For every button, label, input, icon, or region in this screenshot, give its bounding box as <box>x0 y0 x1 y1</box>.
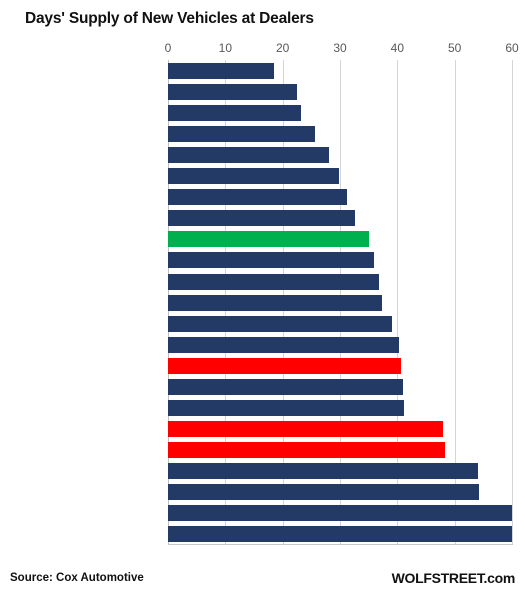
bar <box>168 168 339 185</box>
bar-row: Full-size SUV <box>168 418 512 440</box>
bar-row: Uber Luxury <box>168 523 512 545</box>
bar-row: US Average <box>168 228 512 250</box>
x-tick-label-20: 20 <box>275 41 290 55</box>
bar-row: Entry-level Luxury Car <box>168 397 512 419</box>
bar <box>168 105 301 122</box>
bar-row: Subcompact SUV <box>168 271 512 293</box>
x-tick-label-30: 30 <box>333 41 347 55</box>
bar-row: Luxury Subcompact SUV <box>168 460 512 482</box>
bar <box>168 462 478 479</box>
bar-row: Hybrid <box>168 81 512 103</box>
bar <box>168 484 480 500</box>
bar <box>168 147 329 164</box>
chart-title: Days' Supply of New Vehicles at Dealers <box>25 10 314 27</box>
bar-row: Minivan <box>168 123 512 145</box>
x-tick-label-60: 60 <box>505 41 519 55</box>
bar <box>168 252 375 269</box>
bar <box>168 399 405 416</box>
source-note: Source: Cox Automotive <box>10 572 144 584</box>
bar <box>168 505 512 522</box>
bar <box>168 357 401 374</box>
bar <box>168 273 379 290</box>
bar <box>168 126 315 143</box>
bar-row: Electric Vehicle <box>168 502 512 524</box>
bar-row: Van <box>168 313 512 335</box>
bar <box>168 63 275 79</box>
bar <box>168 378 404 395</box>
bar <box>168 210 355 227</box>
bar <box>168 315 392 332</box>
bar <box>168 420 444 437</box>
bar-row: Mid-size Pickup Truck <box>168 355 512 377</box>
x-tick-label-40: 40 <box>390 41 405 55</box>
bar-row: Compact Car <box>168 60 512 82</box>
bar-row: Luxury Mid-size SUV <box>168 249 512 271</box>
bar <box>168 526 512 543</box>
bar-row: Full-size Pickup Truck <box>168 439 512 461</box>
bar <box>168 231 369 248</box>
chart-container: Days' Supply of New Vehicles at Dealers … <box>0 0 525 595</box>
bar-row: Luxury Car <box>168 292 512 314</box>
bar-row: Luxury Compact SUV <box>168 334 512 356</box>
bar-row: Sports Car <box>168 376 512 398</box>
bar <box>168 84 297 101</box>
bar-row: Compact SUV <box>168 165 512 187</box>
bar <box>168 441 446 458</box>
x-tick-label-0: 0 <box>164 41 172 55</box>
bar-row: Mid-size SUV <box>168 207 512 229</box>
gridline-60 <box>512 60 513 544</box>
x-tick-label-10: 10 <box>218 41 233 55</box>
bar-row: Luxury Full-size SUV <box>168 144 512 166</box>
bar-row: Mid-size Car <box>168 102 512 124</box>
bar-row: Full-size Car <box>168 481 512 503</box>
x-axis-line <box>168 544 513 545</box>
watermark: WOLFSTREET.com <box>391 570 516 586</box>
x-tick-label-50: 50 <box>447 41 462 55</box>
bar <box>168 294 383 311</box>
bar <box>168 336 400 353</box>
bar <box>168 189 347 206</box>
bar-row: Subcompact Car <box>168 186 512 208</box>
plot-area: Compact CarHybridMid-size CarMinivanLuxu… <box>168 60 513 545</box>
